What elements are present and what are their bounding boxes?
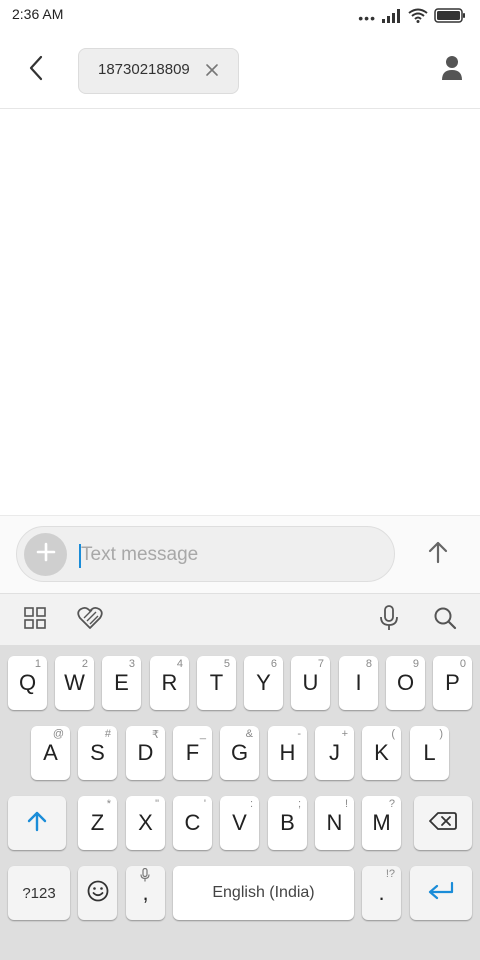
- stickers-button[interactable]: [76, 606, 104, 634]
- key-l[interactable]: L ): [410, 726, 449, 780]
- plus-icon: [36, 542, 56, 567]
- microphone-icon: [379, 604, 399, 636]
- backspace-key[interactable]: [414, 796, 472, 850]
- status-time: 2:36 AM: [12, 6, 64, 22]
- key-h[interactable]: H -: [268, 726, 307, 780]
- shift-key[interactable]: [8, 796, 66, 850]
- key-n[interactable]: N !: [315, 796, 354, 850]
- enter-return-icon: [427, 881, 455, 906]
- voice-input-button[interactable]: [375, 604, 403, 636]
- recipient-chip[interactable]: 18730218809: [78, 48, 239, 94]
- emoji-key[interactable]: [78, 866, 117, 920]
- contact-button[interactable]: [436, 54, 468, 86]
- key-a[interactable]: A @: [31, 726, 70, 780]
- keyboard: Q 1 W 2 E 3 R 4 T 5 Y 6 U 7 I 8 O 9 P 0 …: [0, 645, 480, 960]
- key-p[interactable]: P 0: [433, 656, 472, 710]
- key-g[interactable]: G &: [220, 726, 259, 780]
- key-e[interactable]: E 3: [102, 656, 141, 710]
- sticker-heart-icon: [77, 606, 103, 635]
- key-j[interactable]: J +: [315, 726, 354, 780]
- key-q[interactable]: Q 1: [8, 656, 47, 710]
- wifi-icon: [408, 8, 428, 28]
- key-r[interactable]: R 4: [150, 656, 189, 710]
- key-w[interactable]: W 2: [55, 656, 94, 710]
- key-t[interactable]: T 5: [197, 656, 236, 710]
- space-key[interactable]: English (India): [173, 866, 354, 920]
- key-m[interactable]: M ?: [362, 796, 401, 850]
- compose-bar: [0, 515, 480, 593]
- emoji-icon: [87, 880, 109, 907]
- signal-icon: [382, 8, 402, 28]
- conversation-header: 18730218809: [0, 32, 480, 109]
- period-key[interactable]: . !?: [362, 866, 401, 920]
- microphone-icon: [140, 867, 150, 887]
- recipient-number: 18730218809: [98, 61, 190, 78]
- key-y[interactable]: Y 6: [244, 656, 283, 710]
- message-thread: [0, 110, 480, 515]
- message-input[interactable]: [81, 535, 381, 575]
- status-bar: 2:36 AM •••: [0, 0, 480, 32]
- backspace-icon: [429, 811, 457, 836]
- enter-key[interactable]: [410, 866, 472, 920]
- key-z[interactable]: Z *: [78, 796, 117, 850]
- key-u[interactable]: U 7: [291, 656, 330, 710]
- send-button[interactable]: [418, 534, 458, 574]
- remove-recipient-button[interactable]: [203, 63, 221, 81]
- key-i[interactable]: I 8: [339, 656, 378, 710]
- comma-key[interactable]: ,: [126, 866, 165, 920]
- person-icon: [441, 55, 463, 86]
- keyboard-search-button[interactable]: [431, 606, 459, 634]
- grid-icon: [24, 606, 46, 634]
- key-f[interactable]: F _: [173, 726, 212, 780]
- key-v[interactable]: V :: [220, 796, 259, 850]
- key-s[interactable]: S #: [78, 726, 117, 780]
- keyboard-toolbar: [0, 593, 480, 645]
- chevron-left-icon: [28, 54, 44, 87]
- more-dots-icon: •••: [358, 10, 376, 26]
- back-button[interactable]: [20, 54, 52, 86]
- key-x[interactable]: X ": [126, 796, 165, 850]
- compose-field: [16, 526, 395, 582]
- key-c[interactable]: C ': [173, 796, 212, 850]
- arrow-up-icon: [427, 540, 449, 569]
- search-icon: [433, 606, 457, 635]
- key-b[interactable]: B ;: [268, 796, 307, 850]
- symbols-key[interactable]: ?123: [8, 866, 70, 920]
- keyboard-menu-button[interactable]: [21, 606, 49, 634]
- key-o[interactable]: O 9: [386, 656, 425, 710]
- battery-icon: [434, 8, 466, 28]
- attach-button[interactable]: [24, 533, 67, 576]
- status-icons: •••: [358, 8, 466, 28]
- shift-arrow-icon: [26, 810, 48, 837]
- close-icon: [205, 63, 219, 82]
- key-d[interactable]: D ₹: [126, 726, 165, 780]
- key-k[interactable]: K (: [362, 726, 401, 780]
